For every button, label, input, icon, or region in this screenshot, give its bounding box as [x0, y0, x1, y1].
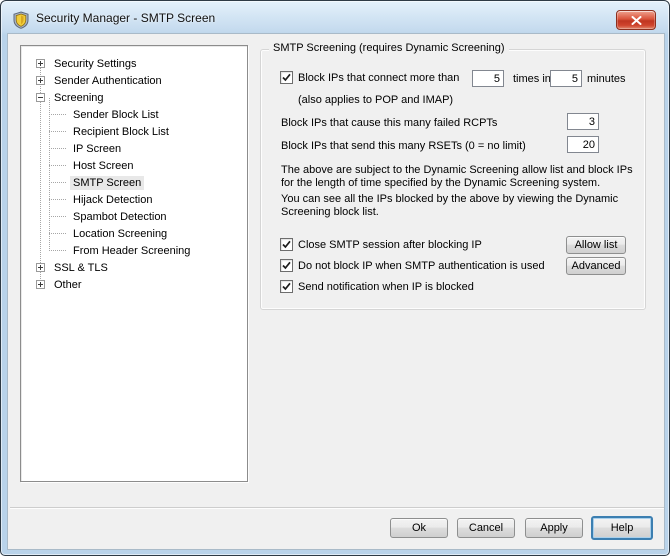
rcpt-input[interactable] — [567, 113, 599, 130]
tree-item-label: Location Screening — [70, 227, 170, 241]
tree-item-label: From Header Screening — [70, 244, 193, 258]
apply-button[interactable]: Apply — [525, 518, 583, 538]
tree-item-label: Spambot Detection — [70, 210, 170, 224]
checkbox-label: Close SMTP session after blocking IP — [298, 238, 482, 251]
tree-item-from-header-screening[interactable]: From Header Screening — [21, 242, 247, 259]
window-title: Security Manager - SMTP Screen — [36, 11, 215, 25]
tree-item-hijack-detection[interactable]: Hijack Detection — [21, 191, 247, 208]
security-manager-window: Security Manager - SMTP Screen Security … — [0, 0, 670, 556]
checkbox-block-connect[interactable] — [280, 71, 293, 84]
tree-connector — [49, 216, 66, 217]
minutes-label: minutes — [587, 73, 626, 85]
security-shield-icon — [12, 11, 30, 29]
checkbox-label: Do not block IP when SMTP authentication… — [298, 259, 545, 272]
tree-connector — [49, 165, 66, 166]
tree-item-label: Other — [51, 278, 85, 292]
expand-icon[interactable] — [36, 59, 45, 68]
checkbox-label: Send notification when IP is blocked — [298, 280, 474, 293]
tree-connector — [49, 199, 66, 200]
tree-item-ssl-tls[interactable]: SSL & TLS — [21, 259, 247, 276]
ok-button[interactable]: Ok — [390, 518, 448, 538]
check-mark-icon — [282, 282, 291, 291]
allow-list-button[interactable]: Allow list — [566, 236, 626, 254]
tree-item-screening[interactable]: Screening — [21, 89, 247, 106]
check-mark-icon — [282, 261, 291, 270]
tree-item-label: Sender Authentication — [51, 74, 165, 88]
tree-item-label: IP Screen — [70, 142, 124, 156]
tree-item-sender-authentication[interactable]: Sender Authentication — [21, 72, 247, 89]
pop-imap-note: (also applies to POP and IMAP) — [298, 94, 453, 106]
tree-item-spambot-detection[interactable]: Spambot Detection — [21, 208, 247, 225]
tree-item-security-settings[interactable]: Security Settings — [21, 55, 247, 72]
rset-input[interactable] — [567, 136, 599, 153]
check-mark-icon — [282, 240, 291, 249]
checkbox-row-block-connect[interactable]: Block IPs that connect more than — [280, 71, 459, 84]
dialog-client-area: Security Settings Sender Authentication Sc… — [7, 33, 665, 550]
expand-icon[interactable] — [36, 280, 45, 289]
titlebar[interactable]: Security Manager - SMTP Screen — [1, 1, 669, 33]
rset-label: Block IPs that send this many RSETs (0 =… — [281, 140, 526, 152]
help-button[interactable]: Help — [591, 516, 653, 540]
tree-connector — [49, 233, 66, 234]
tree-item-sender-block-list[interactable]: Sender Block List — [21, 106, 247, 123]
advanced-button[interactable]: Advanced — [566, 257, 626, 275]
collapse-icon[interactable] — [36, 93, 45, 102]
tree-connector — [49, 148, 66, 149]
footer-separator — [10, 507, 664, 509]
tree-item-label: Security Settings — [51, 57, 140, 71]
check-mark-icon — [282, 73, 291, 82]
dynamic-screening-note: The above are subject to the Dynamic Scr… — [281, 164, 645, 190]
tree-item-label: Sender Block List — [70, 108, 162, 122]
tree-connector — [49, 182, 66, 183]
close-button[interactable] — [616, 10, 656, 30]
tree-item-recipient-block-list[interactable]: Recipient Block List — [21, 123, 247, 140]
block-list-note: You can see all the IPs blocked by the a… — [281, 193, 645, 219]
connect-minutes-input[interactable] — [550, 70, 582, 87]
tree-item-smtp-screen[interactable]: SMTP Screen — [21, 174, 247, 191]
checkbox-row-no-block-auth[interactable]: Do not block IP when SMTP authentication… — [280, 259, 545, 272]
checkbox-row-close-session[interactable]: Close SMTP session after blocking IP — [280, 238, 482, 251]
tree-item-ip-screen[interactable]: IP Screen — [21, 140, 247, 157]
tree-item-label: SMTP Screen — [70, 176, 144, 190]
connect-times-input[interactable] — [472, 70, 504, 87]
groupbox-title: SMTP Screening (requires Dynamic Screeni… — [269, 42, 509, 54]
tree-connector — [49, 250, 66, 251]
smtp-screening-groupbox: SMTP Screening (requires Dynamic Screeni… — [260, 49, 646, 310]
tree-item-label: Recipient Block List — [70, 125, 172, 139]
tree-item-label: Host Screen — [70, 159, 137, 173]
expand-icon[interactable] — [36, 76, 45, 85]
checkbox-label: Block IPs that connect more than — [298, 71, 459, 84]
checkbox-close-session[interactable] — [280, 238, 293, 251]
tree-item-location-screening[interactable]: Location Screening — [21, 225, 247, 242]
checkbox-row-send-notification[interactable]: Send notification when IP is blocked — [280, 280, 474, 293]
checkbox-no-block-auth[interactable] — [280, 259, 293, 272]
tree-item-label: SSL & TLS — [51, 261, 111, 275]
tree-connector — [49, 114, 66, 115]
expand-icon[interactable] — [36, 263, 45, 272]
tree-item-other[interactable]: Other — [21, 276, 247, 293]
tree-item-host-screen[interactable]: Host Screen — [21, 157, 247, 174]
tree-connector — [49, 131, 66, 132]
tree-item-label: Screening — [51, 91, 107, 105]
checkbox-send-notification[interactable] — [280, 280, 293, 293]
times-in-label: times in — [513, 73, 551, 85]
close-icon — [631, 16, 642, 25]
tree-item-label: Hijack Detection — [70, 193, 155, 207]
rcpt-label: Block IPs that cause this many failed RC… — [281, 117, 497, 129]
settings-tree[interactable]: Security Settings Sender Authentication Sc… — [20, 45, 248, 482]
cancel-button[interactable]: Cancel — [457, 518, 515, 538]
